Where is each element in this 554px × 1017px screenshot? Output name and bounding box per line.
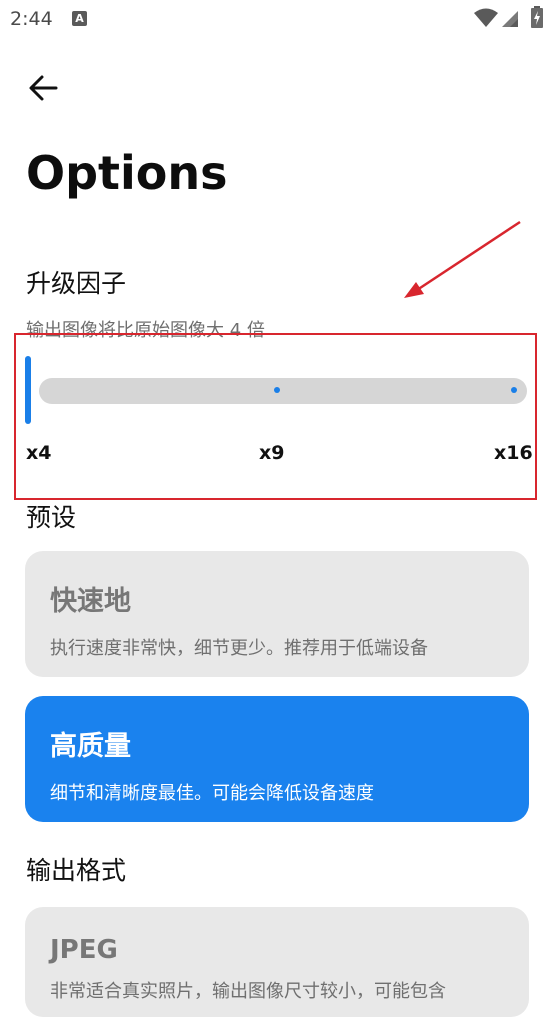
preset-option-high-quality[interactable]: 高质量 细节和清晰度最佳。可能会降低设备速度 [25,696,529,822]
signal-icon [502,11,518,27]
preset-option-title: 快速地 [50,586,131,617]
preset-option-fast[interactable]: 快速地 执行速度非常快，细节更少。推荐用于低端设备 [25,551,529,677]
format-option-description: 非常适合真实照片，输出图像尺寸较小，可能包含 [50,981,446,1002]
annotation-arrow-icon [404,220,521,298]
wifi-icon [474,8,498,27]
format-option-jpeg[interactable]: JPEG 非常适合真实照片，输出图像尺寸较小，可能包含 [25,907,529,1017]
highlight-box [14,333,537,500]
output-format-section-title: 输出格式 [26,856,127,885]
preset-option-description: 细节和清晰度最佳。可能会降低设备速度 [50,783,374,804]
format-option-title: JPEG [50,935,118,965]
preset-section-title: 预设 [26,503,77,532]
preset-option-description: 执行速度非常快，细节更少。推荐用于低端设备 [50,638,428,659]
upscale-section-title: 升级因子 [26,269,127,298]
arrow-left-icon[interactable] [24,68,64,108]
page-title: Options [26,146,228,200]
status-time: 2:44 [10,8,53,30]
battery-icon [531,6,543,28]
notification-icon: A [72,11,87,26]
preset-option-title: 高质量 [50,731,131,762]
